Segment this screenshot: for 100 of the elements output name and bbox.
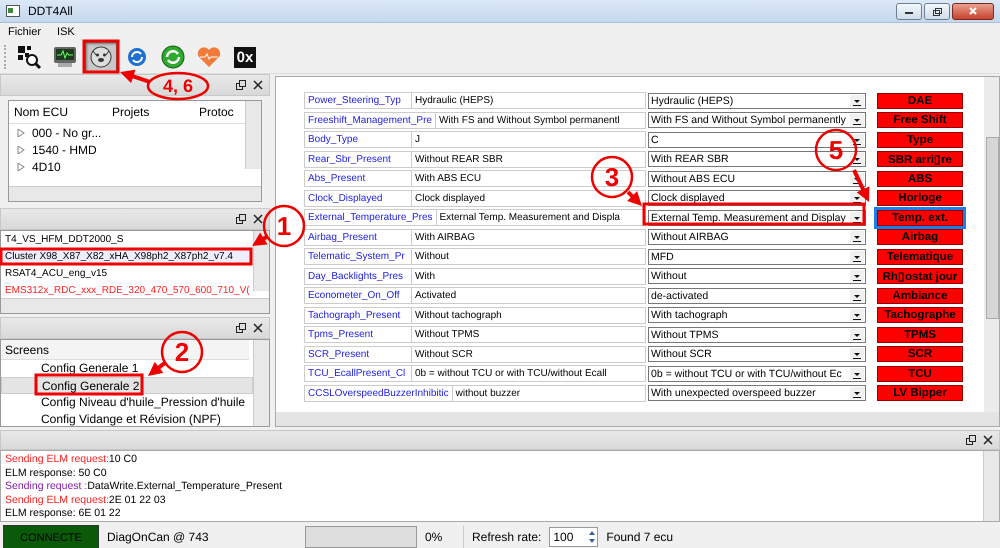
caret-icon [850,368,864,380]
menu-item[interactable]: ISK [57,26,75,38]
close-button[interactable] [952,2,994,20]
heart-icon [196,45,222,69]
undock-icon[interactable] [236,214,246,224]
current-value: Activated [414,289,458,304]
tree-item[interactable]: 000 - No gr... [32,126,102,140]
value-dropdown[interactable]: Without [648,268,866,284]
tree-item[interactable]: Config Vidange et Révision (NPF) [1,411,253,426]
current-value: without buzzer [454,386,522,401]
write-button[interactable]: Telematique [877,248,963,265]
menu-item[interactable]: Fichier [8,26,42,38]
value-dropdown[interactable]: Without AIRBAG [648,229,866,246]
parameter-name: Power_Steering_Typ [305,93,412,108]
current-value: J [414,133,421,148]
caret-icon [850,270,864,282]
scrollbar[interactable] [983,451,999,521]
column-header[interactable]: Nom ECU [9,105,100,119]
write-button[interactable]: Type [877,132,963,148]
close-icon[interactable] [253,214,263,224]
toolbar-button[interactable] [85,42,117,72]
value-dropdown[interactable]: Without SCR [648,346,866,362]
refresh-spinbox[interactable]: 100 [549,527,598,547]
scrollbar[interactable] [253,340,269,426]
annotation-circle [146,72,210,100]
annotation-circle [590,156,634,198]
column-header[interactable]: Protoc [194,105,239,119]
scrollbar[interactable] [9,186,261,201]
value-dropdown[interactable]: 0b = without TCU or with TCU/without Ec [648,366,866,382]
current-value: Without tachograph [414,308,503,323]
annotation-arrow [626,190,642,206]
list-item[interactable]: T4_VS_HFM_DDT2000_S [1,231,253,248]
list-item[interactable]: EMS312x_RDC_xxx_RDE_320_470_570_600_710_V( [1,282,253,299]
close-icon[interactable] [253,80,263,90]
found-label: Found 7 ecu [606,530,674,544]
caret-icon [850,114,864,126]
scrollbar[interactable] [276,412,999,426]
adapter-label: DiagOnCan @ 743 [107,530,210,544]
undock-icon[interactable] [966,435,976,445]
write-button[interactable]: Temp. ext. [877,210,963,226]
parameter-name: CCSLOverspeedBuzzerInhibitic [305,386,453,401]
close-icon [968,6,978,16]
scrollbar[interactable] [1,298,269,313]
parameter-name: TCU_EcallPresent_Cl [305,366,412,382]
annotation-circle [262,204,306,248]
value-dropdown[interactable]: MFD [648,248,866,265]
scrollbar[interactable] [245,101,261,169]
parameter-name: Clock_Displayed [305,190,412,206]
write-button[interactable]: SBR arri▯re [877,151,963,168]
list-item[interactable]: RSAT4_ACU_eng_v15 [1,265,253,282]
write-button[interactable]: Ambiance [877,288,963,304]
maximize-button[interactable] [924,2,950,20]
write-button[interactable]: ABS [877,170,963,187]
scrollbar[interactable] [984,77,999,412]
collapsed-arrow-icon[interactable] [17,128,25,136]
log-line: ELM response: 6E 01 22 [5,507,122,520]
value-dropdown[interactable]: Without TPMS [648,326,866,343]
parameter-name: Tachograph_Present [305,308,412,323]
minimize-button[interactable] [896,2,922,20]
value-dropdown[interactable]: Without ABS ECU [648,170,866,187]
annotation-number: 4, 6 [162,76,194,96]
annotation-number: 1 [276,211,292,241]
write-button[interactable]: LV Bipper [877,385,963,402]
parameter-name: Abs_Present [305,171,412,186]
current-value: Clock displayed [414,192,486,206]
write-button[interactable]: Rh▯ostat jour [877,268,963,284]
log-line: ELM response: 50 C0 [5,466,108,480]
close-icon[interactable] [983,435,993,445]
window-title: DDT4All [28,4,73,18]
write-button[interactable]: TCU [877,366,963,382]
value-dropdown[interactable]: With unexpected overspeed buzzer [648,385,866,402]
collapsed-arrow-icon[interactable] [17,162,25,170]
tree-item[interactable]: Config Generale 2 [1,377,253,394]
write-button[interactable]: Horloge [877,190,963,206]
app-icon [6,5,20,17]
write-button[interactable]: Free Shift [877,112,963,128]
parameter-name: Day_Backlights_Pres [305,268,412,284]
parameter-name: Body_Type [305,132,412,148]
collapsed-arrow-icon[interactable] [17,146,25,154]
write-button[interactable]: SCR [877,346,963,362]
value-dropdown[interactable]: With tachograph [648,307,866,324]
current-value: With [414,270,436,284]
tree-item[interactable]: 1540 - HMD [32,142,97,156]
column-header[interactable]: Screens [5,343,50,357]
column-header[interactable]: Projets [100,105,194,119]
value-dropdown[interactable]: de-activated [648,288,866,304]
write-button[interactable]: Airbag [877,229,963,246]
value-dropdown[interactable]: Hydraulic (HEPS) [648,92,866,109]
write-button[interactable]: TPMS [877,326,963,343]
write-button[interactable]: DAE [877,92,963,109]
value-dropdown[interactable]: With FS and Without Symbol permanently [648,112,866,128]
close-icon[interactable] [253,323,263,333]
undock-icon[interactable] [236,323,246,333]
parameter-name: Tpms_Present [305,327,412,342]
tree-item[interactable]: Config Niveau d'huile_Pression d'huile [1,394,253,411]
write-button[interactable]: Tachographe [877,307,963,324]
undock-icon[interactable] [236,80,246,90]
tree-item[interactable]: 4D10 [32,160,61,174]
caret-icon [850,328,864,341]
annotation-circle [814,128,858,172]
